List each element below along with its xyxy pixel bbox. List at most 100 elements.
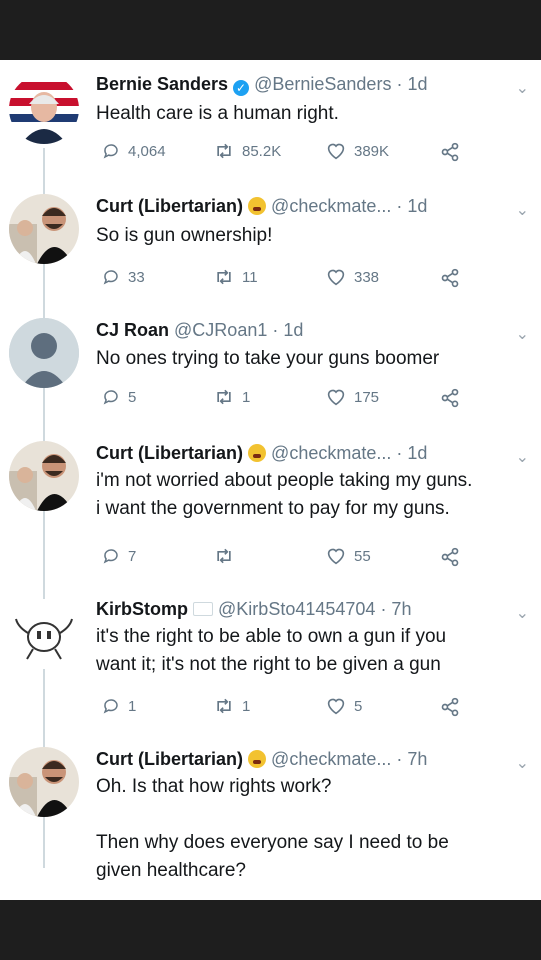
- retweet-count: 1: [242, 388, 251, 406]
- author-name[interactable]: Curt (Libertarian): [96, 196, 243, 216]
- verified-badge-icon: ✓: [233, 80, 250, 96]
- reply-icon: [102, 142, 120, 160]
- retweet-icon: [214, 142, 234, 160]
- author-name[interactable]: Curt (Libertarian): [96, 443, 243, 463]
- author-name[interactable]: Bernie Sanders: [96, 74, 228, 94]
- author-handle[interactable]: @CJRoan1: [174, 320, 267, 340]
- curt-avatar[interactable]: [9, 747, 79, 817]
- share-icon: [440, 142, 460, 162]
- tweet-text: i'm not worried about people taking my g…: [96, 470, 473, 519]
- chevron-down-icon[interactable]: ⌄: [516, 200, 529, 220]
- like-count: 175: [354, 388, 380, 406]
- chevron-down-icon[interactable]: ⌄: [516, 447, 529, 467]
- tweet-text: Oh. Is that how rights work? Then why do…: [96, 776, 449, 881]
- reply-button[interactable]: 1: [102, 697, 136, 715]
- like-button[interactable]: 5: [326, 697, 362, 715]
- tweet-time[interactable]: · 1d: [396, 74, 427, 94]
- like-button[interactable]: 55: [326, 547, 371, 565]
- author-name[interactable]: Curt (Libertarian): [96, 749, 243, 769]
- author-handle[interactable]: @BernieSanders: [254, 74, 391, 94]
- bernie-avatar[interactable]: [9, 74, 79, 144]
- chevron-down-icon[interactable]: ⌄: [516, 603, 529, 623]
- reply-count: 33: [128, 268, 145, 286]
- retweet-count: 85.2K: [242, 142, 282, 160]
- curt-avatar[interactable]: [9, 194, 79, 264]
- share-button[interactable]: [440, 388, 460, 408]
- like-button[interactable]: 338: [326, 268, 379, 286]
- tweet-time[interactable]: · 1d: [396, 443, 427, 463]
- tweet-3-header: CJ Roan @CJRoan1 · 1d: [96, 320, 303, 341]
- like-button[interactable]: 175: [326, 388, 379, 406]
- heart-icon: [326, 697, 346, 715]
- reply-count: 7: [128, 547, 137, 565]
- chevron-down-icon[interactable]: ⌄: [516, 753, 529, 773]
- reply-button[interactable]: 33: [102, 268, 145, 286]
- retweet-button[interactable]: [214, 547, 242, 565]
- reply-count: 1: [128, 697, 137, 715]
- tweet-text: No ones trying to take your guns boomer: [96, 348, 440, 369]
- tweet-5[interactable]: KirbStomp @KirbSto41454704 · 7h ⌄ it's t…: [0, 585, 541, 735]
- share-icon: [440, 388, 460, 408]
- tweet-time[interactable]: · 1d: [396, 196, 427, 216]
- reply-count: 5: [128, 388, 137, 406]
- tweet-1[interactable]: Bernie Sanders ✓ @BernieSanders · 1d ⌄ H…: [0, 60, 541, 178]
- reply-button[interactable]: 5: [102, 388, 136, 406]
- reply-icon: [102, 547, 120, 565]
- share-icon: [440, 547, 460, 567]
- author-name[interactable]: KirbStomp: [96, 599, 188, 619]
- tweet-text: Health care is a human right.: [96, 103, 339, 124]
- mind-blown-emoji-icon: [248, 444, 267, 462]
- share-button[interactable]: [440, 697, 460, 717]
- like-count: 55: [354, 547, 371, 565]
- retweet-icon: [214, 697, 234, 715]
- mind-blown-emoji-icon: [248, 750, 267, 768]
- reply-button[interactable]: 7: [102, 547, 136, 565]
- kirb-avatar-image: [9, 599, 79, 669]
- retweet-count: 1: [242, 697, 251, 715]
- retweet-button[interactable]: 85.2K: [214, 142, 281, 160]
- author-handle[interactable]: @checkmate...: [271, 443, 391, 463]
- heart-icon: [326, 388, 346, 406]
- chevron-down-icon[interactable]: ⌄: [516, 78, 529, 98]
- tweet-time[interactable]: · 7h: [380, 599, 411, 619]
- tweet-text: So is gun ownership!: [96, 225, 273, 246]
- reply-icon: [102, 388, 120, 406]
- share-button[interactable]: [440, 268, 460, 288]
- like-count: 338: [354, 268, 380, 286]
- author-handle[interactable]: @checkmate...: [271, 196, 391, 216]
- tweet-4[interactable]: Curt (Libertarian) @checkmate... · 1d ⌄ …: [0, 425, 541, 585]
- kirb-avatar[interactable]: [9, 599, 79, 669]
- tweet-3[interactable]: CJ Roan @CJRoan1 · 1d ⌄ No ones trying t…: [0, 300, 541, 425]
- retweet-icon: [214, 388, 234, 406]
- author-name[interactable]: CJ Roan: [96, 320, 169, 340]
- share-button[interactable]: [440, 142, 460, 162]
- chevron-down-icon[interactable]: ⌄: [516, 324, 529, 344]
- tweet-time[interactable]: · 7h: [396, 749, 427, 769]
- tweet-6-header: Curt (Libertarian) @checkmate... · 7h: [96, 749, 427, 770]
- curt-avatar-image: [9, 747, 79, 817]
- retweet-button[interactable]: 1: [214, 388, 250, 406]
- tweet-2-header: Curt (Libertarian) @checkmate... · 1d: [96, 196, 427, 217]
- default-avatar-image: [9, 318, 79, 388]
- tweet-actions: 5 1 175: [96, 388, 516, 412]
- curt-avatar-image: [9, 441, 79, 511]
- bottom-dark-bar: [0, 900, 541, 960]
- tweet-time[interactable]: · 1d: [272, 320, 303, 340]
- author-handle[interactable]: @checkmate...: [271, 749, 391, 769]
- reply-button[interactable]: 4,064: [102, 142, 166, 160]
- like-count: 389K: [354, 142, 390, 160]
- tweet-6[interactable]: Curt (Libertarian) @checkmate... · 7h ⌄ …: [0, 735, 541, 900]
- share-button[interactable]: [440, 547, 460, 567]
- like-button[interactable]: 389K: [326, 142, 389, 160]
- tweet-2[interactable]: Curt (Libertarian) @checkmate... · 1d ⌄ …: [0, 178, 541, 300]
- curt-avatar-image: [9, 194, 79, 264]
- retweet-button[interactable]: 11: [214, 268, 258, 286]
- reply-icon: [102, 268, 120, 286]
- author-handle[interactable]: @KirbSto41454704: [218, 599, 375, 619]
- retweet-button[interactable]: 1: [214, 697, 250, 715]
- reply-icon: [102, 697, 120, 715]
- curt-avatar[interactable]: [9, 441, 79, 511]
- bernie-avatar-image: [9, 74, 79, 144]
- tweet-4-header: Curt (Libertarian) @checkmate... · 1d: [96, 443, 427, 464]
- default-avatar[interactable]: [9, 318, 79, 388]
